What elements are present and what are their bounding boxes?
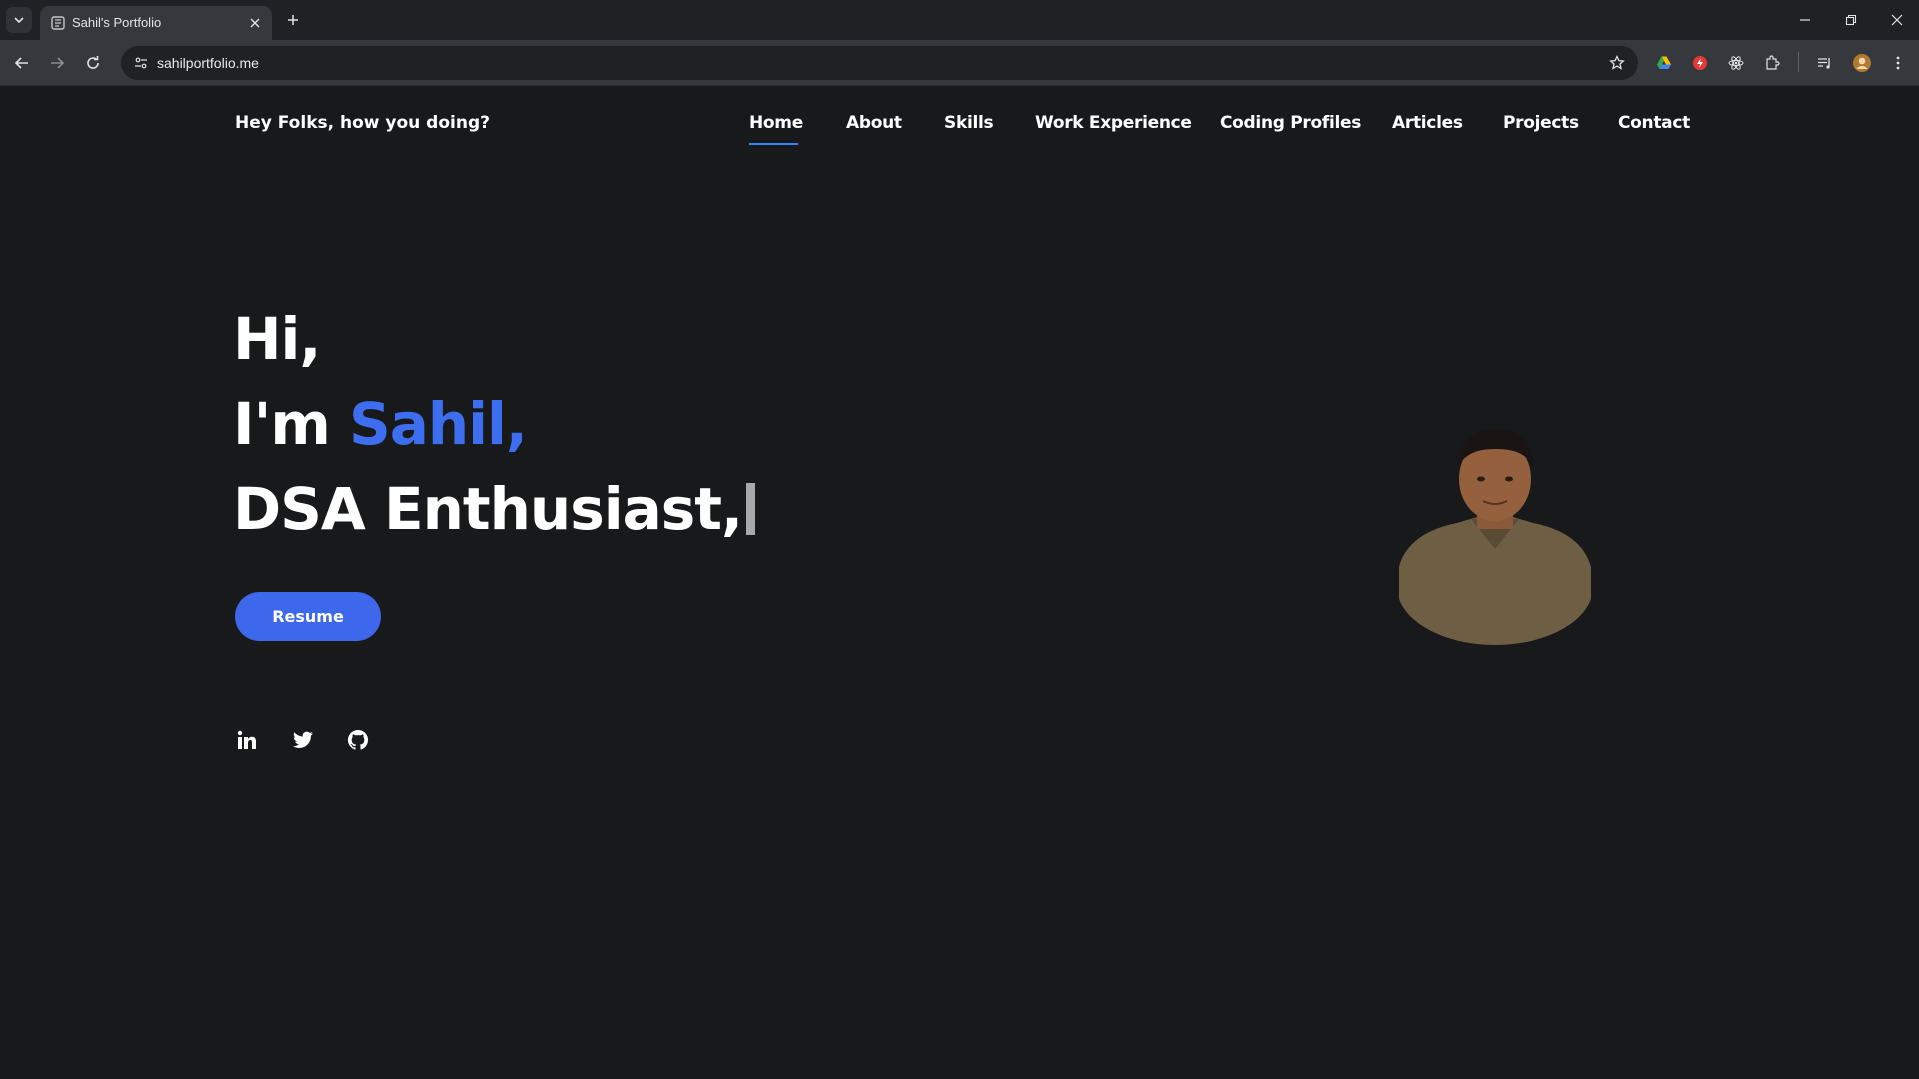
bookmark-button[interactable] (1606, 52, 1628, 74)
browser-toolbar: sahilportfolio.me (0, 40, 1919, 86)
star-icon (1609, 55, 1625, 70)
active-nav-indicator (749, 143, 798, 145)
portfolio-page: Hey Folks, how you doing? Home About Ski… (0, 87, 1919, 1079)
lightning-icon (1693, 56, 1707, 70)
chevron-down-icon (14, 17, 24, 24)
browser-tab-strip: Sahil's Portfolio (0, 0, 1919, 40)
tab-title: Sahil's Portfolio (72, 15, 162, 30)
forward-button[interactable] (45, 51, 69, 75)
queue-music-icon (1818, 58, 1830, 69)
media-controls-button[interactable] (1814, 52, 1836, 74)
plus-icon (288, 15, 298, 25)
reload-button[interactable] (81, 51, 105, 75)
speed-extension[interactable] (1689, 52, 1711, 74)
resume-button[interactable]: Resume (235, 592, 381, 641)
new-tab-button[interactable] (282, 9, 304, 31)
hero-intro: I'm Sahil, (233, 390, 528, 458)
github-link[interactable] (345, 727, 371, 753)
google-drive-icon (1657, 56, 1671, 69)
profile-photo-illustration (1399, 429, 1591, 645)
page-favicon-icon (51, 16, 65, 30)
restore-button[interactable] (1839, 8, 1863, 32)
profile-photo (1397, 427, 1593, 645)
extensions-button[interactable] (1761, 52, 1783, 74)
arrow-left-icon (14, 57, 28, 69)
address-bar[interactable]: sahilportfolio.me (121, 46, 1638, 80)
nav-articles[interactable]: Articles (1392, 113, 1463, 133)
browser-tab[interactable]: Sahil's Portfolio (40, 6, 272, 40)
nav-skills[interactable]: Skills (944, 113, 994, 133)
reload-icon (87, 56, 99, 69)
hero-role: DSA Enthusiast, (233, 475, 756, 543)
nav-home[interactable]: Home (749, 113, 803, 133)
minimize-icon (1800, 19, 1810, 21)
twitter-icon (292, 731, 313, 748)
react-devtools-extension[interactable] (1725, 52, 1747, 74)
arrow-right-icon (51, 57, 65, 69)
back-button[interactable] (10, 51, 34, 75)
typing-cursor (746, 483, 756, 535)
linkedin-link[interactable] (234, 727, 260, 753)
minimize-button[interactable] (1793, 8, 1817, 32)
tune-icon (135, 57, 147, 69)
more-vertical-icon (1896, 56, 1900, 70)
site-greeting: Hey Folks, how you doing? (235, 113, 490, 133)
google-drive-extension[interactable] (1653, 52, 1675, 74)
close-icon (1891, 14, 1903, 26)
hero-greeting: Hi, (233, 305, 321, 373)
close-tab-button[interactable] (246, 14, 264, 32)
nav-work-experience[interactable]: Work Experience (1035, 113, 1192, 133)
tab-search-button[interactable] (6, 7, 32, 33)
nav-coding-profiles[interactable]: Coding Profiles (1220, 113, 1361, 133)
github-icon (347, 729, 369, 750)
close-icon (250, 18, 260, 28)
close-window-button[interactable] (1885, 8, 1909, 32)
nav-projects[interactable]: Projects (1503, 113, 1579, 133)
hero-name: Sahil, (348, 390, 528, 458)
hero-intro-prefix: I'm (233, 390, 349, 458)
toolbar-divider (1798, 52, 1799, 72)
avatar-icon (1853, 54, 1871, 72)
nav-about[interactable]: About (846, 113, 902, 133)
nav-contact[interactable]: Contact (1618, 113, 1690, 133)
linkedin-icon (237, 730, 256, 749)
url-text[interactable]: sahilportfolio.me (157, 55, 259, 71)
hero-role-text: DSA Enthusiast, (233, 475, 743, 543)
puzzle-icon (1766, 55, 1780, 70)
site-info-button[interactable] (129, 51, 153, 75)
profile-button[interactable] (1851, 52, 1873, 74)
menu-button[interactable] (1887, 52, 1909, 74)
twitter-link[interactable] (290, 727, 316, 753)
restore-icon (1845, 14, 1857, 26)
react-icon (1728, 56, 1744, 70)
